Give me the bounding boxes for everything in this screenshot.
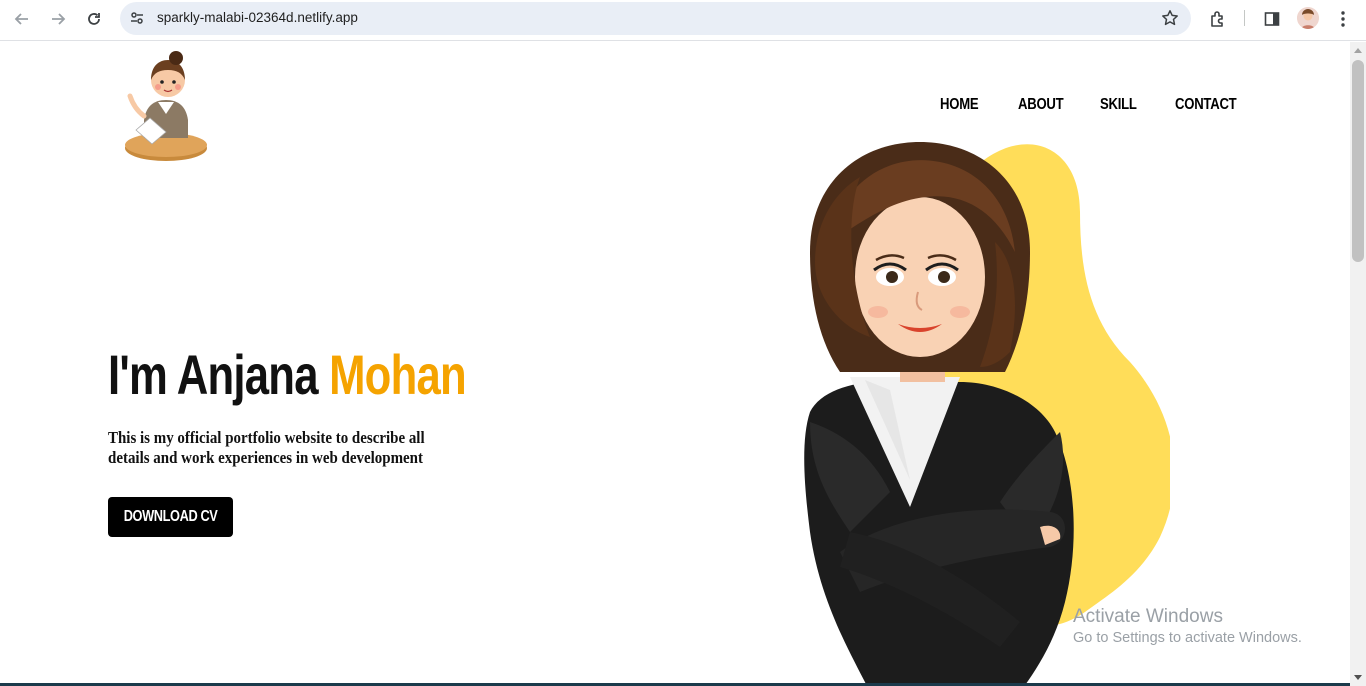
download-cv-button[interactable]: DOWNLOAD CV [108, 497, 233, 537]
windows-activation-watermark: Activate Windows Go to Settings to activ… [1073, 606, 1302, 646]
menu-kebab-icon[interactable] [1331, 7, 1355, 31]
vertical-scrollbar[interactable] [1350, 42, 1366, 686]
toolbar-separator [1244, 10, 1245, 26]
reload-icon[interactable] [81, 6, 107, 32]
hero-title-prefix: I'm Anjana [108, 343, 330, 406]
download-cv-label: DOWNLOAD CV [123, 508, 218, 525]
side-panel-icon[interactable] [1260, 7, 1284, 31]
scroll-down-arrow-icon[interactable] [1354, 675, 1362, 680]
watermark-subtitle: Go to Settings to activate Windows. [1073, 630, 1302, 646]
back-arrow-icon[interactable] [9, 6, 35, 32]
hero-illustration [770, 132, 1175, 686]
hero-description: This is my official portfolio website to… [108, 428, 425, 467]
profile-avatar-icon[interactable] [1297, 7, 1319, 29]
bookmark-star-icon[interactable] [1161, 9, 1179, 32]
watermark-title: Activate Windows [1073, 606, 1223, 627]
scroll-up-arrow-icon[interactable] [1354, 48, 1362, 53]
nav-about[interactable]: ABOUT [1018, 96, 1064, 114]
page-content: HOME ABOUT SKILL CONTACT I'm Anjana Moha… [0, 42, 1350, 686]
hero-title-accent: Mohan [329, 343, 467, 406]
site-info-icon[interactable] [129, 10, 145, 31]
url-text[interactable]: sparkly-malabi-02364d.netlify.app [157, 10, 358, 25]
nav-contact[interactable]: CONTACT [1175, 96, 1237, 114]
site-logo[interactable] [118, 50, 214, 166]
forward-arrow-icon[interactable] [45, 6, 71, 32]
nav-home[interactable]: HOME [940, 96, 979, 114]
scrollbar-thumb[interactable] [1352, 60, 1364, 262]
browser-toolbar: sparkly-malabi-02364d.netlify.app [0, 0, 1366, 41]
address-bar[interactable]: sparkly-malabi-02364d.netlify.app [120, 2, 1191, 35]
extensions-icon[interactable] [1206, 7, 1230, 31]
nav-skill[interactable]: SKILL [1100, 96, 1137, 114]
hero-title: I'm Anjana Mohan [108, 342, 467, 407]
